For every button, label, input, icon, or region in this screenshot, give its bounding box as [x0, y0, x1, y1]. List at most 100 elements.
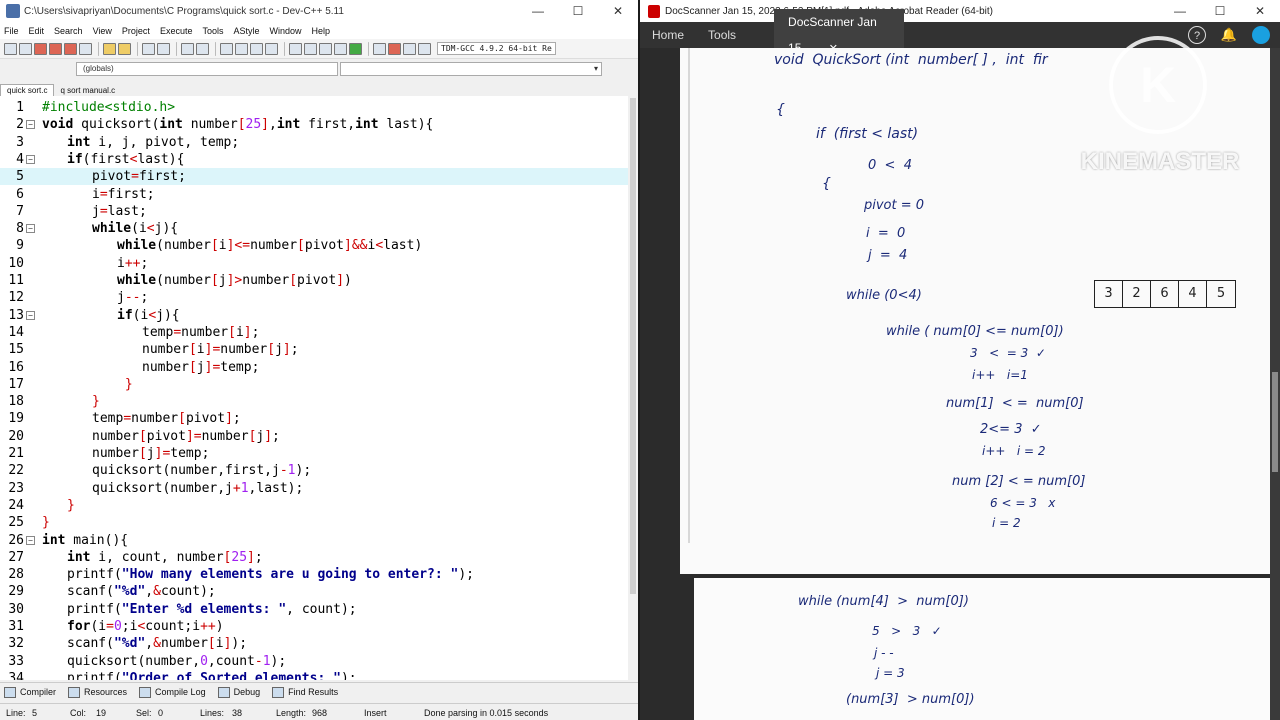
symbol-select[interactable]: ▾	[340, 62, 602, 76]
code-line[interactable]: 2− void quicksort(int number[25],int firs…	[0, 116, 628, 133]
tab-compiler[interactable]: Compiler	[4, 686, 56, 698]
code-line[interactable]: 26− int main(){	[0, 532, 628, 549]
replace-icon[interactable]	[157, 42, 170, 55]
goto-icon[interactable]	[250, 42, 263, 55]
menu-project[interactable]: Project	[122, 26, 150, 36]
code-line[interactable]: 28 printf("How many elements are u going …	[0, 566, 628, 583]
close-button[interactable]: ✕	[598, 0, 638, 22]
line-number: 4	[16, 151, 24, 167]
code-line[interactable]: 12 j--;	[0, 289, 628, 306]
fold-toggle-icon[interactable]: −	[26, 224, 35, 234]
run-icon[interactable]	[304, 42, 317, 55]
code-line[interactable]: 6 i=first;	[0, 186, 628, 203]
tab-debug[interactable]: Debug	[217, 686, 260, 698]
chart-icon[interactable]	[388, 42, 401, 55]
nav-home[interactable]: Home	[640, 22, 696, 48]
check-icon[interactable]	[349, 42, 362, 55]
code-line[interactable]: 34 printf("Order of Sorted elements: ");	[0, 670, 628, 680]
code-line[interactable]: 11 while(number[j]>number[pivot])	[0, 272, 628, 289]
code-token: )	[344, 273, 352, 288]
menu-execute[interactable]: Execute	[160, 26, 193, 36]
scope-select[interactable]: (globals)	[76, 62, 338, 76]
fold-toggle-icon[interactable]: −	[26, 154, 35, 164]
code-line[interactable]: 7 j=last;	[0, 203, 628, 220]
project-icon[interactable]	[418, 42, 431, 55]
nav-tools[interactable]: Tools	[696, 22, 748, 48]
menu-file[interactable]: File	[4, 26, 19, 36]
code-line[interactable]: 3 int i, j, pivot, temp;	[0, 134, 628, 151]
code-line[interactable]: 32 scanf("%d",&number[i]);	[0, 635, 628, 652]
indent-icon[interactable]	[181, 42, 194, 55]
code-line[interactable]: 19 temp=number[pivot];	[0, 410, 628, 427]
code-line[interactable]: 9 while(number[i]<=number[pivot]&&i<last)	[0, 237, 628, 254]
menu-view[interactable]: View	[93, 26, 112, 36]
code-line[interactable]: 27 int i, count, number[25];	[0, 549, 628, 566]
compiler-select[interactable]: TDM-GCC 4.9.2 64-bit Re	[437, 42, 556, 55]
avatar[interactable]	[1252, 26, 1270, 44]
code-line[interactable]: 14 temp=number[i];	[0, 324, 628, 341]
close-file-icon[interactable]	[64, 42, 77, 55]
minimize-button[interactable]: —	[518, 0, 558, 22]
tab-find-results[interactable]: Find Results	[272, 686, 338, 698]
code-line[interactable]: 30 printf("Enter %d elements: ", count);	[0, 601, 628, 618]
print-icon[interactable]	[79, 42, 92, 55]
save-icon[interactable]	[34, 42, 47, 55]
menu-edit[interactable]: Edit	[29, 26, 45, 36]
fold-toggle-icon[interactable]: −	[26, 310, 35, 320]
new-file-icon[interactable]	[4, 42, 17, 55]
acrobat-close-button[interactable]: ✕	[1240, 0, 1280, 22]
redo-icon[interactable]	[118, 42, 131, 55]
fold-toggle-icon[interactable]: −	[26, 535, 35, 545]
menu-tools[interactable]: Tools	[202, 26, 223, 36]
code-editor[interactable]: 1 #include<stdio.h> 2− void quicksort(int n…	[0, 96, 628, 680]
code-line[interactable]: 18}	[0, 393, 628, 410]
tab-compile-log[interactable]: Compile Log	[139, 686, 206, 698]
code-line[interactable]: 25}	[0, 514, 628, 531]
acrobat-maximize-button[interactable]: ☐	[1200, 0, 1240, 22]
code-line[interactable]: 22 quicksort(number,first,j-1);	[0, 462, 628, 479]
open-file-icon[interactable]	[19, 42, 32, 55]
acrobat-minimize-button[interactable]: —	[1160, 0, 1200, 22]
code-line[interactable]: 13− if(i<j){	[0, 307, 628, 324]
bookmark-icon[interactable]	[265, 42, 278, 55]
scrollbar-thumb[interactable]	[1272, 372, 1278, 472]
compile-icon[interactable]	[289, 42, 302, 55]
menu-help[interactable]: Help	[312, 26, 331, 36]
code-line[interactable]: 24}	[0, 497, 628, 514]
editor-scrollbar[interactable]	[628, 96, 638, 680]
code-line[interactable]: 33 quicksort(number,0,count-1);	[0, 653, 628, 670]
save-all-icon[interactable]	[49, 42, 62, 55]
menu-astyle[interactable]: AStyle	[233, 26, 259, 36]
code-line[interactable]: 20 number[pivot]=number[j];	[0, 428, 628, 445]
acrobat-scrollbar[interactable]	[1270, 48, 1280, 720]
unindent-icon[interactable]	[196, 42, 209, 55]
back-icon[interactable]	[220, 42, 233, 55]
code-line[interactable]: 23 quicksort(number,j+1,last);	[0, 480, 628, 497]
code-line[interactable]: 29 scanf("%d",&count);	[0, 583, 628, 600]
rebuild-icon[interactable]	[334, 42, 347, 55]
code-line[interactable]: 4− if(first<last){	[0, 151, 628, 168]
code-line[interactable]: 21 number[j]=temp;	[0, 445, 628, 462]
tab-quick-sort[interactable]: quick sort.c	[0, 84, 55, 96]
maximize-button[interactable]: ☐	[558, 0, 598, 22]
menu-window[interactable]: Window	[270, 26, 302, 36]
code-line[interactable]: 31 for(i=0;i<count;i++)	[0, 618, 628, 635]
code-line[interactable]: 8− while(i<j){	[0, 220, 628, 237]
menu-search[interactable]: Search	[54, 26, 83, 36]
scrollbar-thumb[interactable]	[630, 98, 636, 594]
find-icon[interactable]	[142, 42, 155, 55]
code-line[interactable]: 15 number[i]=number[j];	[0, 341, 628, 358]
forward-icon[interactable]	[235, 42, 248, 55]
compile-run-icon[interactable]	[319, 42, 332, 55]
stop-icon[interactable]	[373, 42, 386, 55]
tab-resources[interactable]: Resources	[68, 686, 127, 698]
profile-icon[interactable]	[403, 42, 416, 55]
code-line[interactable]: 16 number[j]=temp;	[0, 359, 628, 376]
code-line[interactable]: 10 i++;	[0, 255, 628, 272]
code-line[interactable]: 1 #include<stdio.h>	[0, 99, 628, 116]
tab-q-sort-manual[interactable]: q sort manual.c	[54, 85, 121, 96]
code-line[interactable]: 17 }	[0, 376, 628, 393]
undo-icon[interactable]	[103, 42, 116, 55]
code-line[interactable]: 5 pivot=first;	[0, 168, 628, 186]
fold-toggle-icon[interactable]: −	[26, 120, 35, 130]
